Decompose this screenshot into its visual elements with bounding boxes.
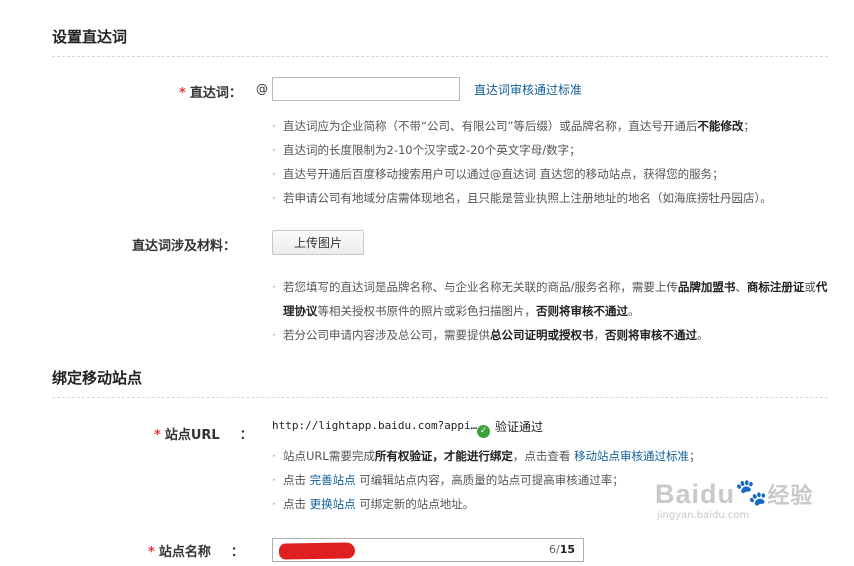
- note-item: · 直达号开通后百度移动搜索用户可以通过@直达词 直达您的移动站点，获得您的服务；: [272, 167, 724, 181]
- char-counter: 6/15: [548, 543, 575, 556]
- section-title-site: 绑定移动站点: [52, 369, 143, 387]
- redacted-mark: [278, 542, 356, 560]
- note-item: · 点击 完善站点 可编辑站点内容，高质量的站点可提高审核通过率；: [272, 473, 624, 487]
- required-star: *: [179, 86, 186, 101]
- paw-icon: 🐾: [735, 478, 768, 508]
- material-label: 直达词涉及材料：: [132, 239, 237, 254]
- site-name-label: * 站点名称：: [148, 545, 244, 560]
- note-item: · 站点URL需要完成所有权验证，才能进行绑定，点击查看 移动站点审核通过标准；: [272, 449, 701, 463]
- required-star: *: [154, 428, 161, 443]
- site-url-value: http://lightapp.baidu.com?appi…: [272, 419, 478, 432]
- required-star: *: [148, 545, 155, 560]
- note-item: · 点击 更换站点 可绑定新的站点地址。: [272, 497, 475, 511]
- site-url-notes: · 站点URL需要完成所有权验证，才能进行绑定，点击查看 移动站点审核通过标准； …: [272, 444, 700, 516]
- note-item: · 若分公司申请内容涉及总公司，需要提供总公司证明或授权书，否则将审核不通过。: [272, 328, 709, 342]
- section-divider: [52, 397, 828, 398]
- baidu-jingyan-watermark: Baidu🐾经验 jingyan.baidu.com: [655, 478, 814, 521]
- check-circle-icon: ✓: [477, 425, 490, 438]
- note-item: · 若您填写的直达词是品牌名称、与企业名称无关联的商品/服务名称，需要上传品牌加盟…: [272, 280, 828, 318]
- at-sign: @: [256, 82, 268, 96]
- keyword-standard-link[interactable]: 直达词审核通过标准: [474, 81, 582, 98]
- material-notes: · 若您填写的直达词是品牌名称、与企业名称无关联的商品/服务名称，需要上传品牌加盟…: [272, 275, 838, 347]
- section-title-keyword: 设置直达词: [52, 28, 128, 46]
- keyword-label: * 直达词：: [179, 86, 242, 101]
- improve-site-link[interactable]: 完善站点: [310, 473, 356, 487]
- note-item: · 直达词应为企业简称（不带“公司、有限公司”等后缀）或品牌名称，直达号开通后不能…: [272, 119, 755, 133]
- site-url-label: * 站点URL：: [154, 428, 253, 443]
- note-item: · 直达词的长度限制为2-10个汉字或2-20个英文字母/数字；: [272, 143, 581, 157]
- note-item: · 若申请公司有地域分店需体现地名，且只能是营业执照上注册地址的地名（如海底捞牡丹…: [272, 191, 772, 205]
- site-name-input[interactable]: 6/15: [272, 538, 584, 562]
- upload-image-button[interactable]: 上传图片: [272, 230, 364, 255]
- keyword-input[interactable]: [272, 77, 460, 101]
- change-site-link[interactable]: 更换站点: [310, 497, 356, 511]
- section-divider: [52, 56, 828, 57]
- verify-status: ✓ 验证通过: [477, 418, 543, 438]
- keyword-notes: · 直达词应为企业简称（不带“公司、有限公司”等后缀）或品牌名称，直达号开通后不能…: [272, 114, 772, 210]
- site-standard-link[interactable]: 移动站点审核通过标准: [574, 449, 689, 463]
